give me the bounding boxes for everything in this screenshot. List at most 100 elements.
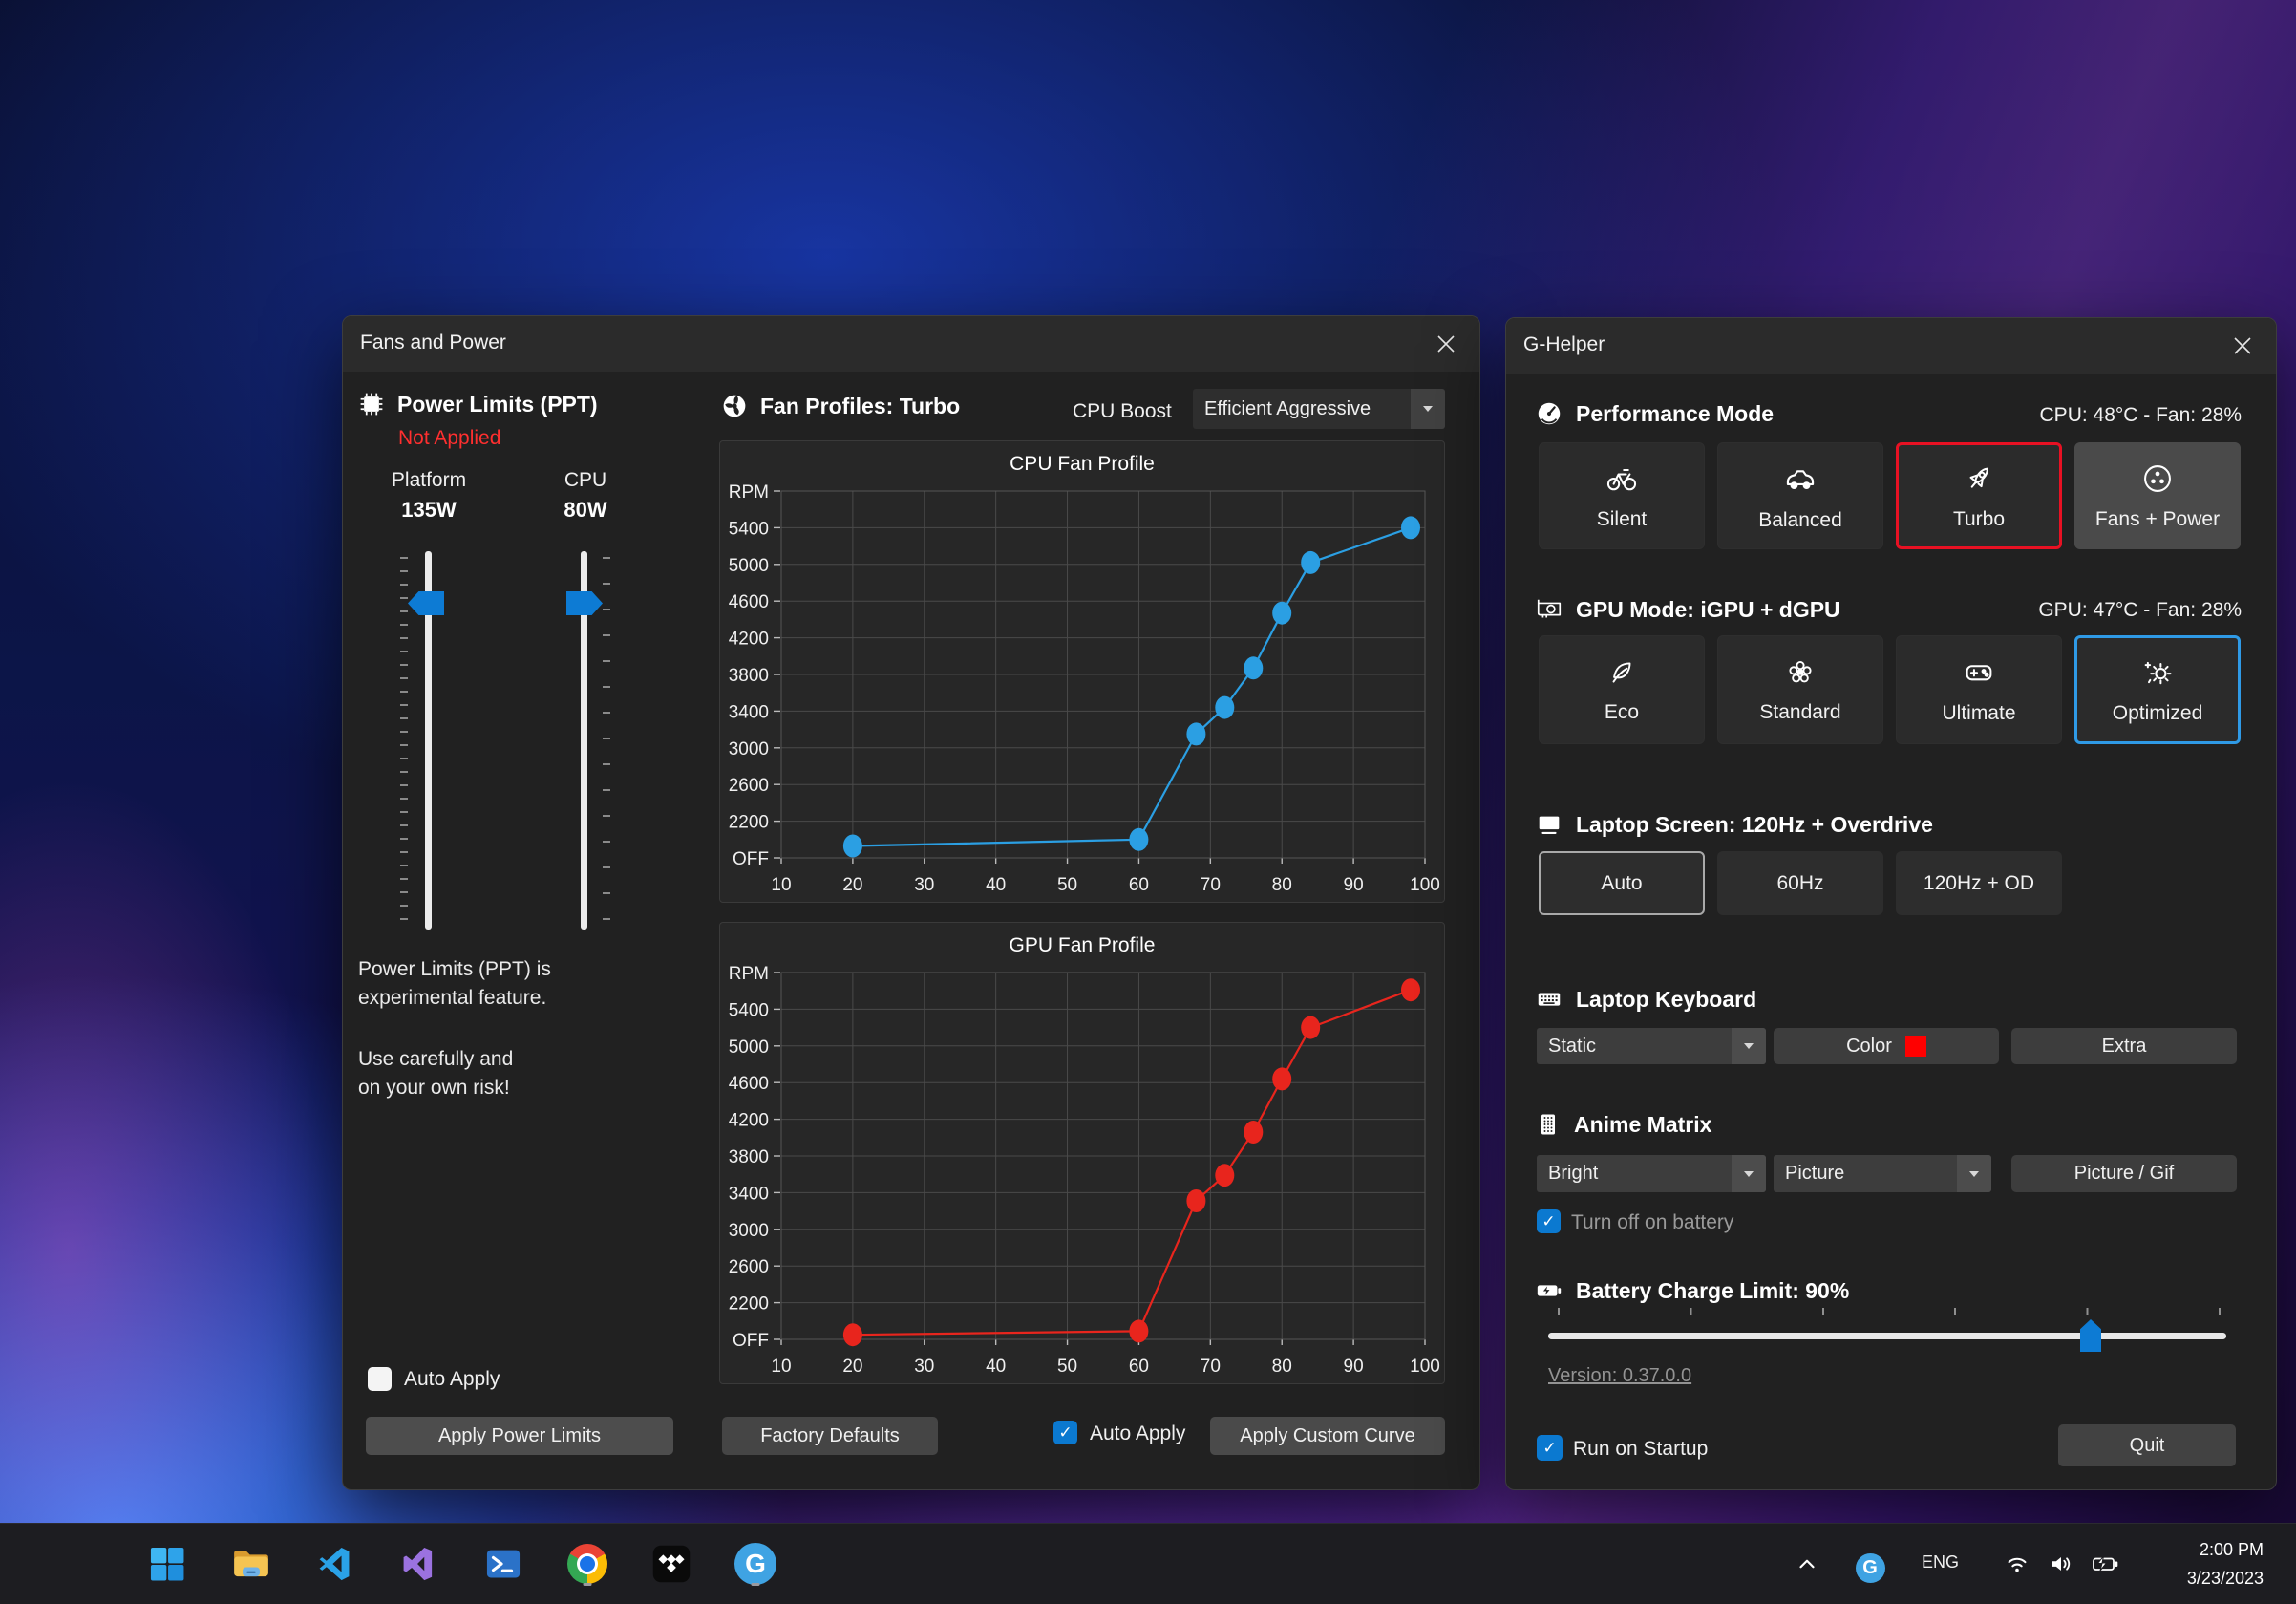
vscode-button[interactable] — [308, 1537, 362, 1591]
taskbar: G G ENG — [0, 1523, 2296, 1604]
monitor-icon — [1535, 810, 1563, 839]
ppt-note-line: experimental feature. — [358, 987, 546, 1010]
volume-tray-button[interactable] — [2042, 1545, 2080, 1583]
battery-charging-icon — [2090, 1549, 2120, 1579]
tray-clock[interactable]: 2:00 PM 3/23/2023 — [2187, 1535, 2264, 1593]
chevron-down-icon[interactable] — [1411, 389, 1445, 429]
performance-mode-balanced-button[interactable]: Balanced — [1717, 442, 1883, 549]
gpu-chart-plot[interactable]: 102030405060708090100OFF2200260030003400… — [720, 923, 1444, 1383]
power-limits-header: Power Limits (PPT) — [358, 391, 598, 417]
svg-text:20: 20 — [842, 875, 862, 895]
g-helper-tray-button[interactable]: G — [1851, 1549, 1889, 1587]
cpu-boost-dropdown[interactable]: Efficient Aggressive — [1193, 389, 1445, 429]
performance-mode-silent-button[interactable]: Silent — [1539, 442, 1705, 549]
screen-60hz-button[interactable]: 60Hz — [1717, 851, 1883, 915]
keyboard-extra-button[interactable]: Extra — [2011, 1028, 2237, 1064]
file-explorer-button[interactable] — [224, 1537, 278, 1591]
chevron-down-icon[interactable] — [1957, 1155, 1991, 1192]
visual-studio-button[interactable] — [393, 1537, 446, 1591]
matrix-brightness-dropdown[interactable]: Bright — [1537, 1155, 1766, 1192]
platform-slider-value: 135W — [372, 498, 486, 523]
screen-auto-button[interactable]: Auto — [1539, 851, 1705, 915]
fan-icon — [2140, 461, 2175, 496]
svg-text:10: 10 — [771, 1357, 791, 1377]
cpu-slider-thumb[interactable] — [566, 591, 603, 615]
cpu-slider-value: 80W — [528, 498, 643, 523]
keyboard-color-button[interactable]: Color — [1774, 1028, 1999, 1064]
cpu-fan-profile-chart[interactable]: CPU Fan Profile 102030405060708090100OFF… — [719, 440, 1445, 903]
factory-defaults-button[interactable]: Factory Defaults — [722, 1417, 938, 1455]
wifi-tray-button[interactable] — [1998, 1545, 2036, 1583]
visual-studio-icon — [399, 1544, 439, 1584]
chrome-button[interactable] — [561, 1537, 614, 1591]
tray-chevron-up-button[interactable] — [1788, 1545, 1826, 1583]
battery-charge-limit-header: Battery Charge Limit: 90% — [1535, 1276, 1849, 1305]
screen-120hz-od-button[interactable]: 120Hz + OD — [1896, 851, 2062, 915]
bicycle-icon — [1605, 461, 1639, 496]
svg-text:30: 30 — [914, 1357, 934, 1377]
power-limits-auto-apply-checkbox[interactable] — [368, 1367, 392, 1391]
svg-text:90: 90 — [1344, 1357, 1364, 1377]
gpu-card-icon — [1535, 595, 1563, 624]
svg-text:70: 70 — [1201, 875, 1221, 895]
cpu-boost-label: CPU Boost — [1073, 400, 1172, 423]
battery-slider-ticks — [1558, 1308, 2221, 1315]
svg-text:RPM: RPM — [729, 482, 769, 503]
turn-off-on-battery-checkbox[interactable] — [1537, 1209, 1561, 1233]
svg-text:90: 90 — [1344, 875, 1364, 895]
version-link[interactable]: Version: 0.37.0.0 — [1548, 1365, 1691, 1387]
tidal-button[interactable] — [645, 1537, 698, 1591]
fans-window-titlebar: Fans and Power — [343, 316, 1479, 372]
gauge-icon — [1535, 399, 1563, 428]
close-icon[interactable] — [2221, 327, 2264, 365]
language-indicator[interactable]: ENG — [1922, 1552, 1959, 1572]
battery-slider-thumb[interactable] — [2080, 1319, 2101, 1352]
g-helper-taskbar-button[interactable]: G — [729, 1537, 782, 1591]
svg-text:10: 10 — [771, 875, 791, 895]
fans-window-title: Fans and Power — [360, 331, 506, 354]
svg-text:30: 30 — [914, 875, 934, 895]
svg-text:2600: 2600 — [729, 776, 769, 796]
gamepad-icon — [1962, 655, 1996, 690]
chevron-down-icon[interactable] — [1732, 1028, 1766, 1064]
apply-power-limits-button[interactable]: Apply Power Limits — [366, 1417, 673, 1455]
start-button[interactable] — [140, 1537, 194, 1591]
keyboard-mode-dropdown[interactable]: Static — [1537, 1028, 1766, 1064]
gpu-mode-standard-button[interactable]: Standard — [1717, 635, 1883, 744]
chevron-down-icon[interactable] — [1732, 1155, 1766, 1192]
run-on-startup-checkbox[interactable] — [1537, 1435, 1563, 1461]
flower-icon — [1784, 656, 1817, 689]
apply-custom-curve-button[interactable]: Apply Custom Curve — [1210, 1417, 1445, 1455]
gpu-mode-optimized-button[interactable]: Optimized — [2074, 635, 2241, 744]
matrix-mode-dropdown[interactable]: Picture — [1774, 1155, 1991, 1192]
svg-text:2200: 2200 — [729, 1294, 769, 1315]
svg-text:OFF: OFF — [733, 849, 769, 869]
ppt-note-line: Use carefully and — [358, 1048, 513, 1071]
wifi-icon — [2003, 1550, 2031, 1578]
performance-mode-turbo-button[interactable]: Turbo — [1896, 442, 2062, 549]
matrix-picture-gif-button[interactable]: Picture / Gif — [2011, 1155, 2237, 1192]
svg-text:70: 70 — [1201, 1357, 1221, 1377]
quit-button[interactable]: Quit — [2058, 1424, 2236, 1466]
svg-text:80: 80 — [1272, 875, 1292, 895]
svg-text:60: 60 — [1129, 1357, 1149, 1377]
gpu-mode-eco-button[interactable]: Eco — [1539, 635, 1705, 744]
fan-curve-auto-apply-checkbox[interactable] — [1053, 1421, 1077, 1444]
svg-text:3000: 3000 — [729, 739, 769, 759]
cpu-chart-plot[interactable]: 102030405060708090100OFF2200260030003400… — [720, 441, 1444, 902]
cpu-slider-ticks — [603, 557, 610, 926]
battery-tray-button[interactable] — [2086, 1545, 2124, 1583]
fan-curve-auto-apply-label: Auto Apply — [1090, 1422, 1185, 1445]
battery-limit-slider[interactable] — [1548, 1333, 2226, 1339]
performance-mode-fans-power-button[interactable]: Fans + Power — [2074, 442, 2241, 549]
gpu-fan-profile-chart[interactable]: GPU Fan Profile 102030405060708090100OFF… — [719, 922, 1445, 1384]
powershell-button[interactable] — [477, 1537, 530, 1591]
svg-text:50: 50 — [1057, 1357, 1077, 1377]
platform-slider-thumb[interactable] — [408, 591, 444, 615]
svg-text:40: 40 — [986, 875, 1006, 895]
ppt-note-line: Power Limits (PPT) is — [358, 958, 551, 981]
svg-text:50: 50 — [1057, 875, 1077, 895]
gpu-mode-ultimate-button[interactable]: Ultimate — [1896, 635, 2062, 744]
folder-icon — [230, 1543, 272, 1585]
close-icon[interactable] — [1424, 325, 1468, 363]
